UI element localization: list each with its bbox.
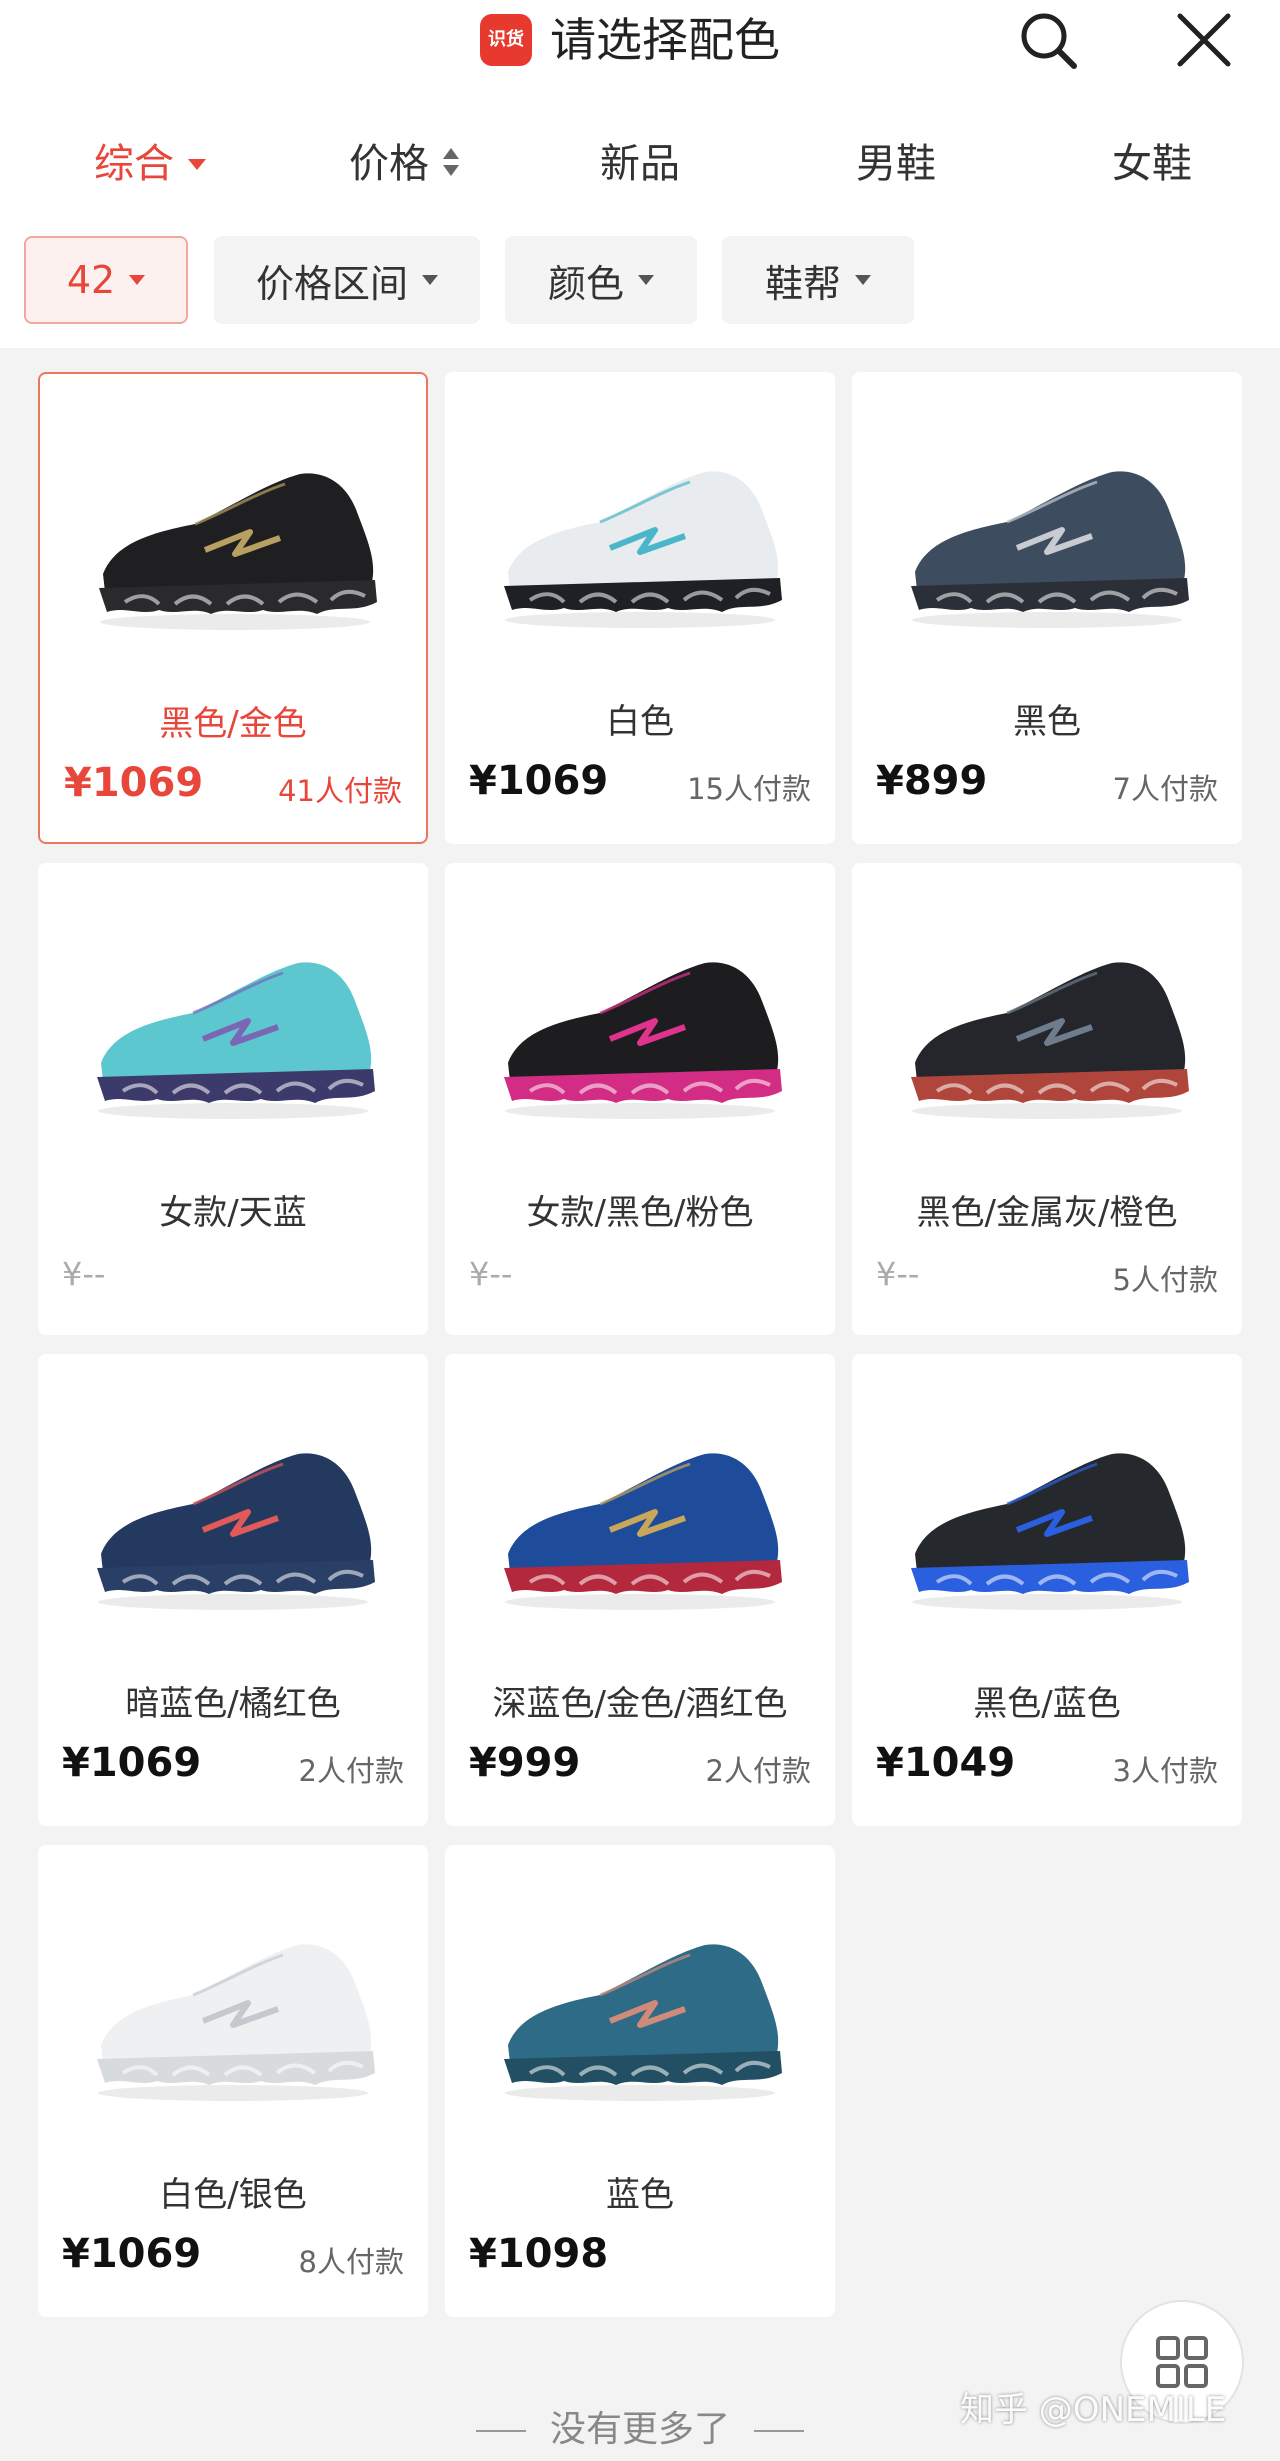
product-card[interactable]: 深蓝色/金色/酒红色 ¥999 2人付款 (445, 1354, 835, 1826)
product-price: ¥1069 (64, 760, 204, 806)
tab-label: 价格 (349, 141, 429, 187)
shoe-image (97, 1944, 375, 2101)
product-sales-count: 41人付款 (278, 774, 402, 808)
app-logo: 识货 (480, 14, 532, 66)
title-bar: 识货 请选择配色 (0, 0, 1280, 80)
product-sales-count: 5人付款 (1112, 1263, 1218, 1297)
close-button[interactable] (1170, 6, 1238, 74)
product-price: ¥1069 (469, 758, 609, 804)
filter-shoe-top[interactable]: 鞋帮 (722, 236, 914, 324)
shoe-image (97, 962, 375, 1119)
filter-color[interactable]: 颜色 (505, 236, 697, 324)
product-color-name: 白色/银色 (159, 2175, 307, 2215)
product-card[interactable]: 黑色 ¥899 7人付款 (852, 372, 1242, 844)
product-color-name: 黑色/金色 (159, 704, 307, 744)
shoe-image (504, 962, 782, 1119)
shoe-image (911, 962, 1189, 1119)
product-price: ¥1069 (62, 1740, 202, 1786)
product-sales-count: 8人付款 (298, 2245, 404, 2279)
product-sales-count: 2人付款 (298, 1754, 404, 1788)
product-card[interactable]: 蓝色 ¥1098 (445, 1845, 835, 2317)
shoe-image (99, 473, 377, 630)
caret-down-icon (129, 275, 146, 285)
product-color-name: 蓝色 (606, 2175, 674, 2215)
filter-bar: 42 价格区间 颜色 鞋帮 (0, 236, 1280, 326)
product-card[interactable]: 白色/银色 ¥1069 8人付款 (38, 1845, 428, 2317)
filter-label: 价格区间 (255, 261, 408, 306)
product-price: ¥1049 (876, 1740, 1016, 1786)
product-card[interactable]: 黑色/金色 ¥1069 41人付款 (38, 372, 428, 844)
product-sales-count: 15人付款 (687, 772, 811, 806)
sort-tabs: 综合 价格 新品 男鞋 女鞋 (0, 124, 1280, 204)
product-card[interactable]: 黑色/蓝色 ¥1049 3人付款 (852, 1354, 1242, 1826)
product-sales-count: 2人付款 (705, 1754, 811, 1788)
shoe-image (911, 1453, 1189, 1610)
product-color-name: 黑色 (1013, 702, 1081, 742)
product-color-name: 白色 (606, 702, 674, 742)
product-color-name: 黑色/蓝色 (973, 1684, 1121, 1724)
product-price: ¥-- (469, 1255, 513, 1293)
product-card[interactable]: 白色 ¥1069 15人付款 (445, 372, 835, 844)
product-price: ¥1098 (469, 2231, 609, 2277)
tab-men[interactable]: 男鞋 (816, 124, 976, 204)
close-icon (1177, 13, 1231, 67)
divider (754, 2430, 804, 2432)
tab-label: 男鞋 (856, 141, 936, 187)
sort-arrows-icon (443, 146, 461, 180)
search-icon (1021, 13, 1077, 69)
page-title: 请选择配色 (550, 13, 780, 67)
tab-label: 女鞋 (1112, 141, 1192, 187)
filter-price-range[interactable]: 价格区间 (214, 236, 480, 324)
divider (475, 2430, 526, 2432)
product-color-name: 深蓝色/金色/酒红色 (492, 1684, 788, 1724)
product-color-name: 暗蓝色/橘红色 (125, 1684, 341, 1724)
watermark: 知乎 @ONEMILE (960, 2390, 1227, 2430)
product-color-name: 女款/黑色/粉色 (526, 1193, 754, 1233)
product-card[interactable]: 暗蓝色/橘红色 ¥1069 2人付款 (38, 1354, 428, 1826)
shoe-image (504, 1944, 782, 2101)
shoe-image (97, 1453, 375, 1610)
product-price: ¥-- (876, 1255, 920, 1293)
product-price: ¥1069 (62, 2231, 202, 2277)
product-sales-count: 3人付款 (1112, 1754, 1218, 1788)
filter-label: 颜色 (547, 261, 624, 306)
shoe-image (911, 471, 1189, 628)
caret-down-icon (855, 275, 871, 285)
product-card[interactable]: 女款/黑色/粉色 ¥-- (445, 863, 835, 1335)
product-price: ¥899 (876, 758, 988, 804)
tab-price[interactable]: 价格 (300, 124, 510, 204)
caret-down-icon (422, 275, 438, 285)
tab-women[interactable]: 女鞋 (1072, 124, 1232, 204)
caret-down-icon (188, 158, 206, 170)
caret-down-icon (638, 275, 654, 285)
tab-label: 新品 (600, 141, 680, 187)
product-color-name: 女款/天蓝 (159, 1193, 307, 1233)
product-card[interactable]: 女款/天蓝 ¥-- (38, 863, 428, 1335)
product-price: ¥-- (62, 1255, 106, 1293)
shoe-image (504, 1453, 782, 1610)
filter-label: 42 (66, 258, 116, 302)
shoe-image (504, 471, 782, 628)
product-card[interactable]: 黑色/金属灰/橙色 ¥-- 5人付款 (852, 863, 1242, 1335)
header-panel: 识货 请选择配色 综合 价格 新品 男鞋 女鞋 42 价格区间 颜色 鞋帮 (0, 0, 1280, 348)
filter-size[interactable]: 42 (24, 236, 188, 324)
search-button[interactable] (1014, 6, 1082, 74)
tab-comprehensive[interactable]: 综合 (40, 124, 260, 204)
tab-new[interactable]: 新品 (560, 124, 720, 204)
product-price: ¥999 (469, 1740, 581, 1786)
filter-label: 鞋帮 (764, 261, 841, 306)
tab-label: 综合 (94, 141, 174, 187)
end-text: 没有更多了 (549, 2409, 730, 2450)
product-sales-count: 7人付款 (1112, 772, 1218, 806)
product-color-name: 黑色/金属灰/橙色 (916, 1193, 1178, 1233)
